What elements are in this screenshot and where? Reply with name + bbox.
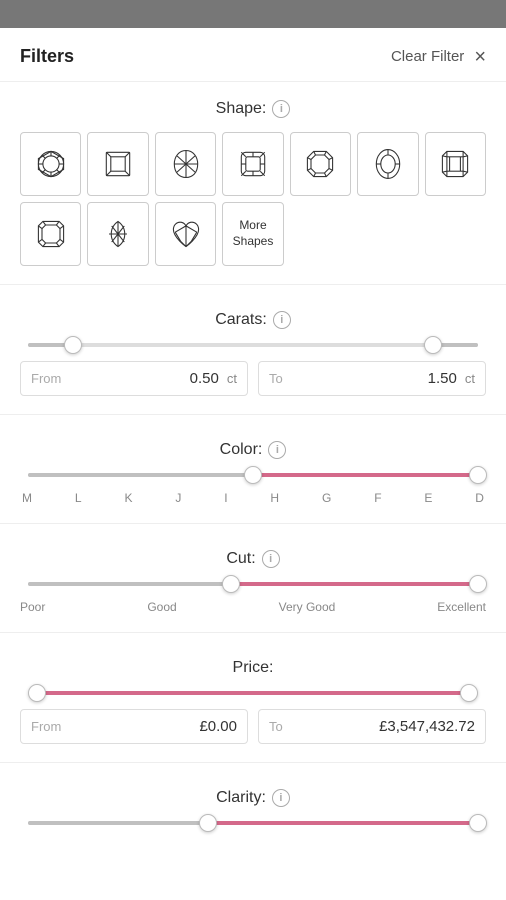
top-bar [0,0,506,28]
carats-label: Carats: i [20,311,486,329]
color-labels: M L K J I H G F E D [20,491,486,505]
carats-slider-track[interactable] [28,343,478,347]
cut-section: Cut: i Poor Good Very Good Excellent [0,532,506,624]
carats-to-unit: ct [465,371,475,386]
carats-info-icon[interactable]: i [273,311,291,329]
shape-pear[interactable] [155,132,216,196]
carats-slider-container [20,343,486,347]
price-thumb-left[interactable] [28,684,46,702]
cut-slider-container [20,582,486,586]
clarity-labels-placeholder [20,839,486,869]
carats-from-box[interactable]: From 0.50 ct [20,361,248,396]
price-to-value: £3,547,432.72 [291,718,475,735]
carats-to-label: To [269,371,283,386]
shape-radiant[interactable] [20,202,81,266]
price-to-box[interactable]: To £3,547,432.72 [258,709,486,744]
cut-thumb-left[interactable] [222,575,240,593]
clear-filter-button[interactable]: Clear Filter [391,48,464,65]
carats-thumb-left[interactable] [64,336,82,354]
carats-to-box[interactable]: To 1.50 ct [258,361,486,396]
clarity-slider-track[interactable] [28,821,478,825]
shape-emerald[interactable] [425,132,486,196]
price-slider-container [20,691,486,695]
carats-from-label: From [31,371,61,386]
cut-thumb-right[interactable] [469,575,487,593]
color-label: Color: i [20,441,486,459]
shape-marquise[interactable] [87,202,148,266]
color-slider-fill-left [28,473,253,477]
clarity-thumb-right[interactable] [469,814,487,832]
header-actions: Clear Filter × [391,47,486,67]
shape-label: Shape: i [20,100,486,118]
clarity-thumb-left[interactable] [199,814,217,832]
cut-label: Cut: i [20,550,486,568]
divider-5 [0,762,506,763]
price-from-box[interactable]: From £0.00 [20,709,248,744]
color-info-icon[interactable]: i [268,441,286,459]
carats-input-row: From 0.50 ct To 1.50 ct [20,361,486,396]
clarity-slider-container [20,821,486,825]
more-shapes-label: More Shapes [225,218,280,249]
color-thumb-right[interactable] [469,466,487,484]
price-slider-track[interactable] [28,691,478,695]
carats-to-value: 1.50 [291,370,457,387]
price-section: Price: From £0.00 To £3,547,432.72 [0,641,506,754]
clarity-slider-fill-left [28,821,208,825]
more-shapes-button[interactable]: More Shapes [222,202,283,266]
color-slider-track[interactable] [28,473,478,477]
divider-3 [0,523,506,524]
shapes-row2: More Shapes [20,202,486,266]
color-slider-fill-right [253,473,478,477]
divider-1 [0,284,506,285]
cut-slider-fill-left [28,582,231,586]
carats-thumb-right[interactable] [424,336,442,354]
divider-4 [0,632,506,633]
color-slider-container [20,473,486,477]
cut-info-icon[interactable]: i [262,550,280,568]
price-from-value: £0.00 [69,718,237,735]
shape-princess[interactable] [87,132,148,196]
price-from-label: From [31,719,61,734]
panel-title: Filters [20,46,74,67]
shapes-row1 [20,132,486,196]
shape-empty-1 [290,202,351,266]
carats-from-unit: ct [227,371,237,386]
panel-header: Filters Clear Filter × [0,28,506,82]
clarity-info-icon[interactable]: i [272,789,290,807]
shape-oval[interactable] [357,132,418,196]
price-input-row: From £0.00 To £3,547,432.72 [20,709,486,744]
close-button[interactable]: × [474,47,486,67]
shape-round[interactable] [20,132,81,196]
price-slider-fill [37,691,469,695]
color-thumb-left[interactable] [244,466,262,484]
cut-slider-fill-right [231,582,479,586]
price-to-label: To [269,719,283,734]
shape-heart[interactable] [155,202,216,266]
filter-panel: Filters Clear Filter × Shape: i [0,28,506,900]
clarity-section: Clarity: i [0,771,506,879]
clarity-slider-fill-right [208,821,478,825]
shape-empty-2 [357,202,418,266]
divider-2 [0,414,506,415]
cut-labels: Poor Good Very Good Excellent [20,600,486,614]
shape-asscher[interactable] [290,132,351,196]
cut-slider-track[interactable] [28,582,478,586]
clarity-label: Clarity: i [20,789,486,807]
shape-empty-3 [425,202,486,266]
price-thumb-right[interactable] [460,684,478,702]
shape-section: Shape: i [0,82,506,276]
shape-cushion[interactable] [222,132,283,196]
color-section: Color: i M L K J I H G F E D [0,423,506,515]
carats-from-value: 0.50 [69,370,219,387]
carats-section: Carats: i From 0.50 ct To 1.50 ct [0,293,506,406]
shape-info-icon[interactable]: i [272,100,290,118]
price-label: Price: [20,659,486,677]
